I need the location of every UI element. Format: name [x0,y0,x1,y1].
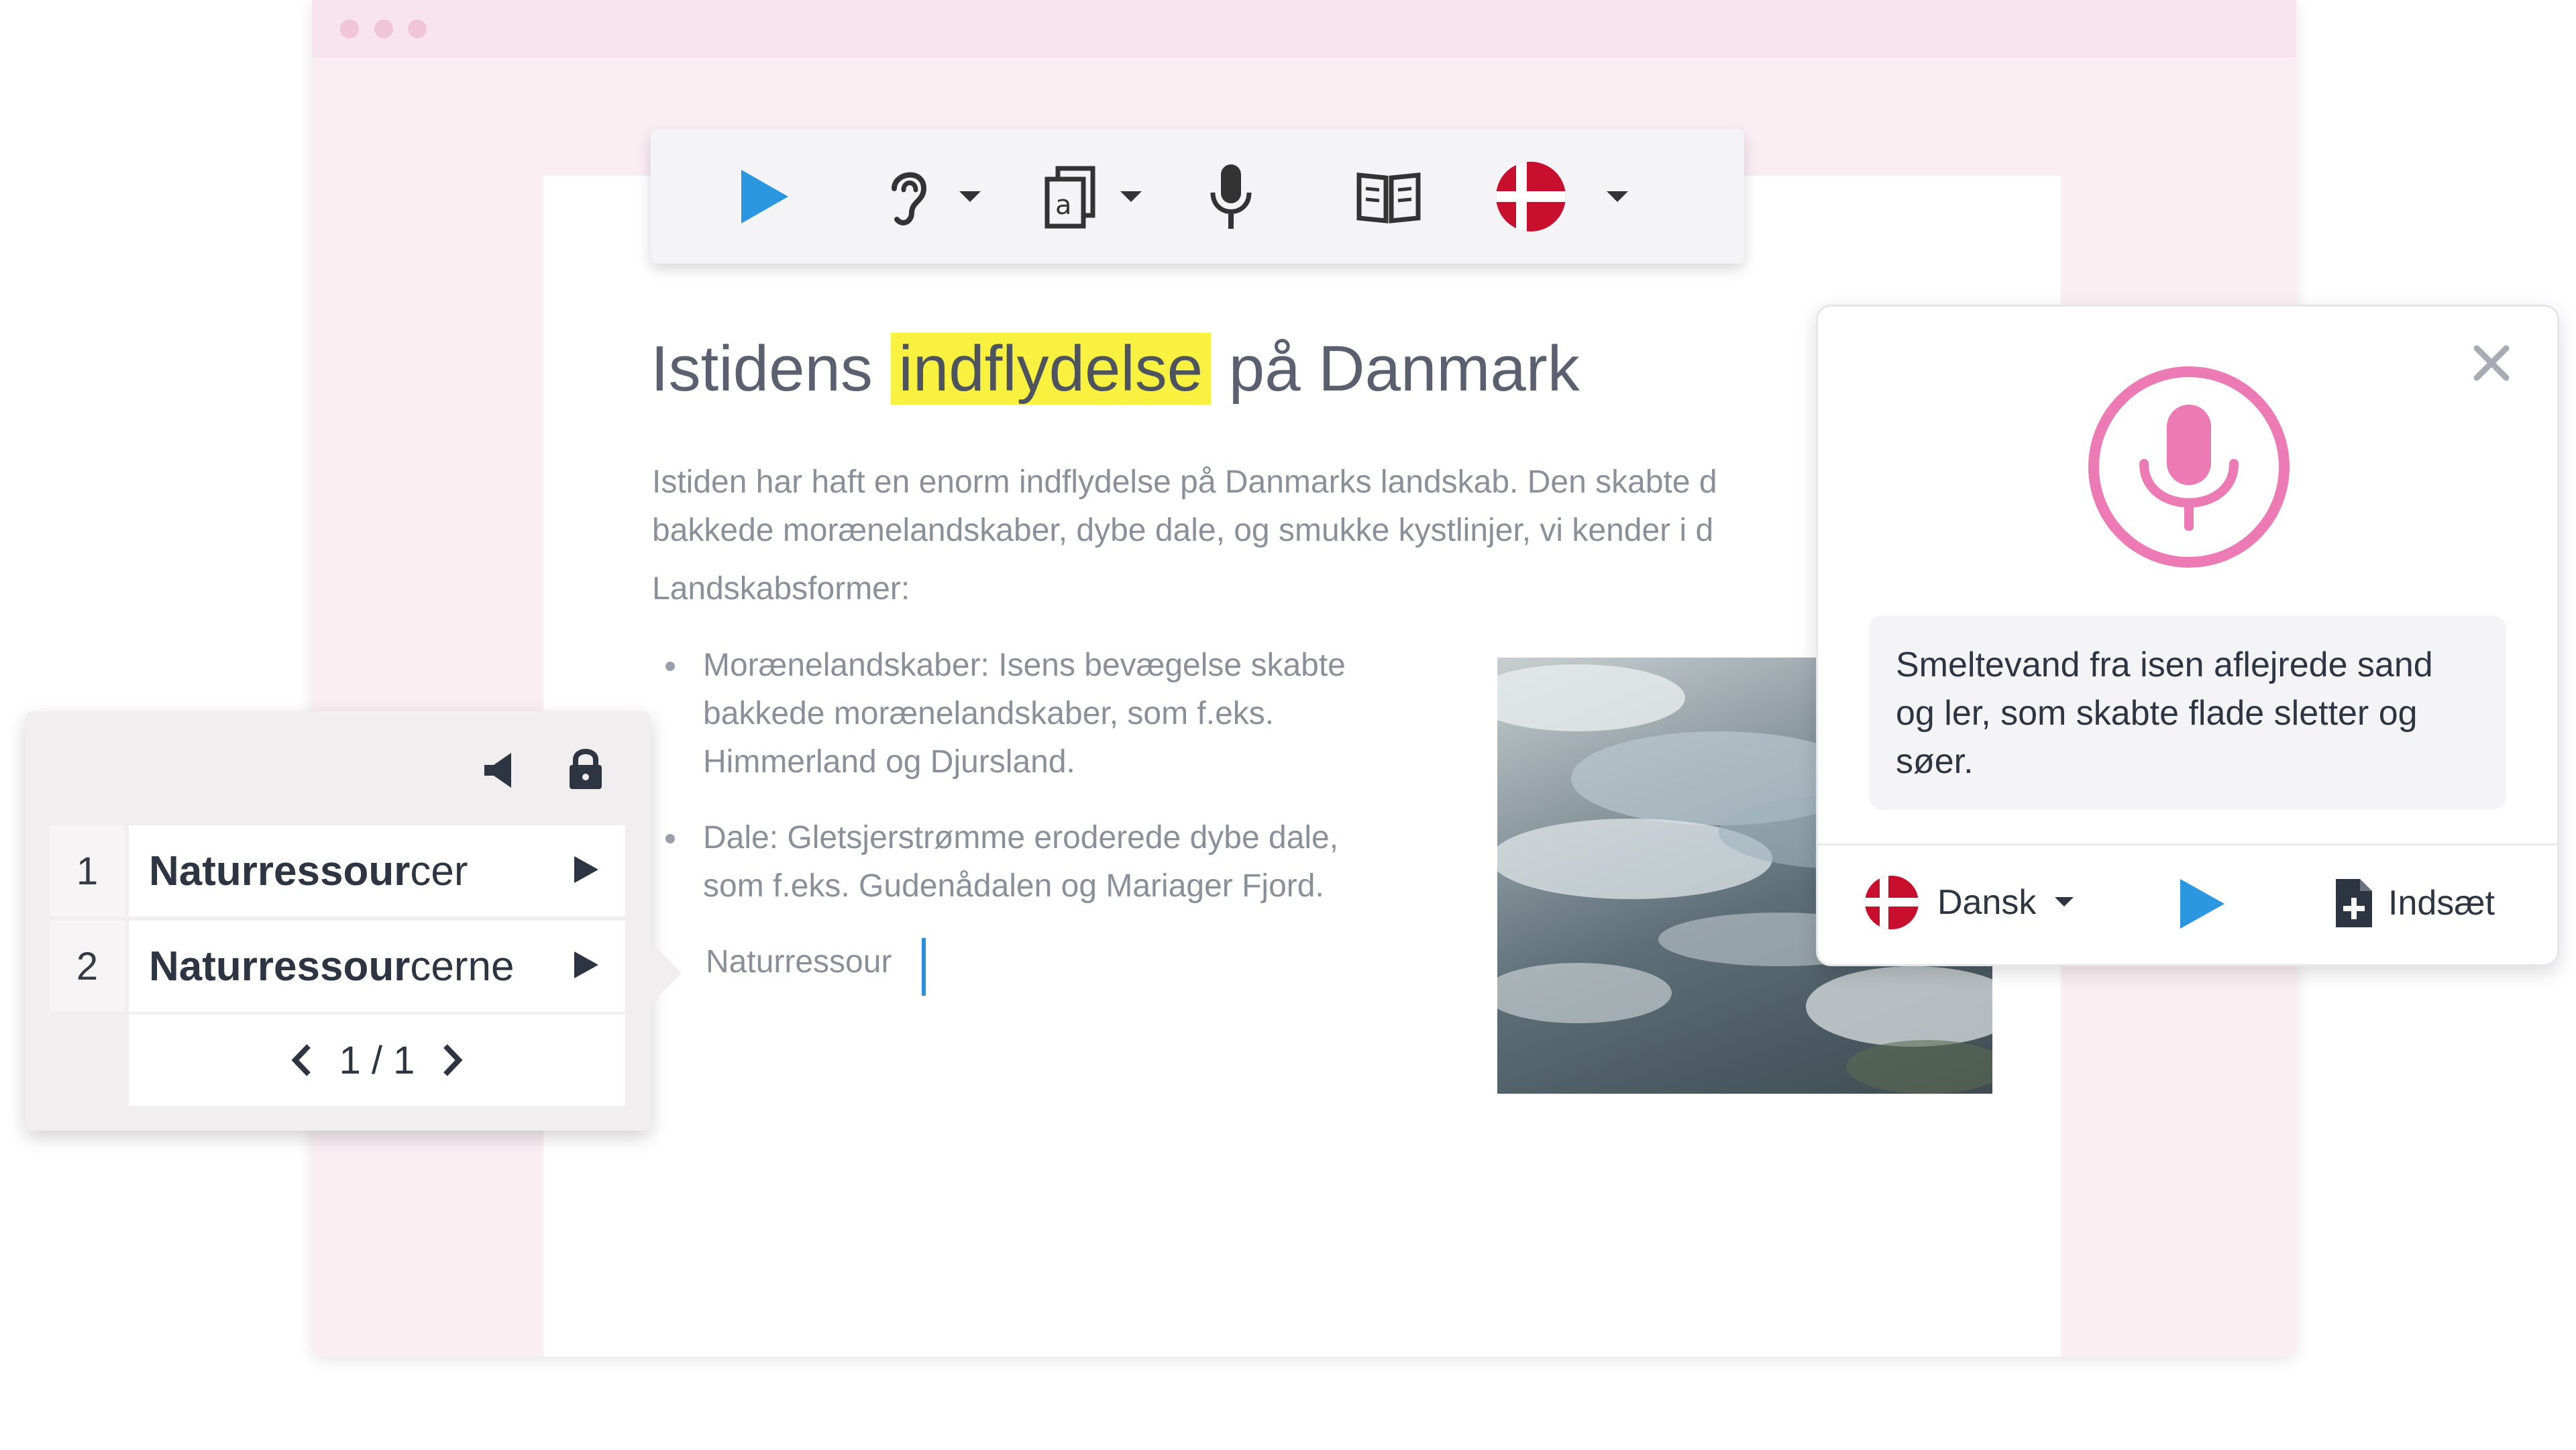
window-dot[interactable] [340,19,359,38]
highlighted-word[interactable]: indflydelse [890,333,1212,405]
ear-icon [892,172,927,225]
list-item-line: som f.eks. Gudenådalen og Mariager Fjord… [703,868,1324,904]
listen-button[interactable] [872,130,946,264]
list-item-line: bakkede morænelandskaber, som f.eks. [703,696,1275,731]
window-dot[interactable] [374,19,393,38]
paragraph: Istiden har haft en enorm indflydelse på… [652,458,1826,555]
insert-button[interactable]: Indsæt [2333,871,2495,935]
dictation-button[interactable] [1194,130,1268,264]
chevron-down-icon[interactable] [1607,191,1628,202]
danish-flag-icon [1865,876,1919,929]
dictionary-button[interactable] [1348,130,1429,264]
prediction-number: 1 [50,825,125,917]
prediction-suffix: cerne [410,943,515,990]
svg-text:a: a [1055,190,1072,221]
prediction-number: 2 [50,921,125,1012]
bullet-dot [665,662,675,671]
page-indicator: 1 / 1 [339,1038,415,1082]
bullet-dot [665,834,675,843]
prediction-word[interactable]: Naturressour cer [129,825,625,917]
lock-icon[interactable] [568,746,604,790]
prediction-suffix: cer [410,847,468,894]
play-icon [741,170,788,223]
dictation-panel: Smeltevand fra isen aflejrede sand og le… [1816,305,2559,966]
play-button[interactable] [731,130,798,264]
list-item-line: Dale: Gletsjerstrømme eroderede dybe dal… [703,820,1339,856]
pagination: 1 / 1 [129,1015,625,1106]
dictation-footer: Dansk Indsæt [1818,845,2557,964]
dictionary-icon [1356,172,1421,223]
microphone-icon [1210,164,1252,229]
chevron-down-icon[interactable] [1120,191,1142,202]
language-label: Dansk [1937,883,2037,922]
chevron-down-icon[interactable] [959,191,981,202]
chevron-right-icon[interactable] [441,1043,464,1077]
close-icon[interactable] [2473,344,2510,382]
microphone-icon[interactable] [2086,364,2292,570]
paragraph-line: bakkede morænelandskaber, dybe dale, og … [652,513,1714,548]
typed-text[interactable]: Naturressour [706,943,892,980]
play-icon[interactable] [574,951,598,978]
prediction-typed-part: Naturressour [149,847,411,894]
list-item-line: Himmerland og Djursland. [703,744,1075,780]
danish-flag-icon [1496,162,1566,231]
chevron-down-icon [2055,897,2074,907]
prediction-item[interactable]: 2 Naturressour cerne [50,921,625,1012]
speaker-icon[interactable] [482,750,519,790]
prediction-item[interactable]: 1 Naturressour cer [50,825,625,917]
text-cursor [922,938,926,996]
chevron-left-icon[interactable] [290,1043,313,1077]
list-item: Dale: Gletsjerstrømme eroderede dybe dal… [665,814,1441,911]
insert-label: Indsæt [2388,884,2495,923]
title-text: Istidens [651,333,873,405]
list-item-line: Morænelandskaber: Isens bevægelse skabte [703,648,1346,683]
word-prediction-icon: a [1044,166,1095,229]
dictated-text[interactable]: Smeltevand fra isen aflejrede sand og le… [1869,615,2506,810]
page-title: Istidens indflydelse på Danmark [651,332,1580,406]
language-selector[interactable]: Dansk [1865,872,2074,933]
prediction-word[interactable]: Naturressour cerne [129,921,625,1012]
panel-pointer [649,941,682,1005]
list-item: Morænelandskaber: Isens bevægelse skabte… [665,641,1441,786]
word-prediction-button[interactable]: a [1033,130,1107,264]
word-prediction-panel: 1 Naturressour cer 2 Naturressour cerne 1 … [25,711,651,1131]
play-icon[interactable] [574,856,598,883]
paragraph-line: Istiden har haft en enorm indflydelse på… [652,464,1717,500]
language-button[interactable] [1491,130,1571,264]
window-dot[interactable] [408,19,427,38]
title-bar [312,0,2296,58]
play-icon[interactable] [2180,879,2224,929]
reading-toolbar: a [651,130,1744,264]
insert-document-icon [2336,879,2372,927]
title-text: på Danmark [1228,333,1580,405]
subheading: Landskabsformer: [652,571,910,607]
prediction-typed-part: Naturressour [149,943,411,990]
